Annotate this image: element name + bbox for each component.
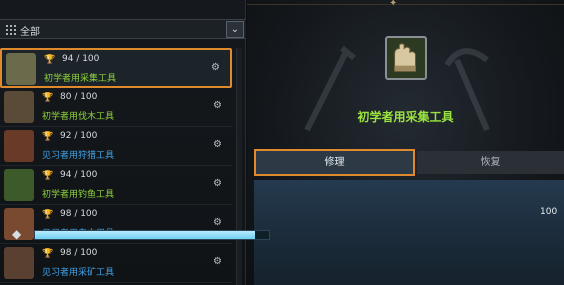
- gloves-icon: [385, 36, 427, 80]
- settings-icon[interactable]: ⚙: [213, 139, 222, 150]
- arrow-left-icon: ◆: [12, 227, 22, 241]
- scrollbar[interactable]: [236, 48, 242, 285]
- trophy-icon: 🏆: [42, 132, 54, 142]
- durability-count: 94 / 100: [62, 54, 100, 64]
- tool-detail-panel: ✦ 初学者用采集工具 修理 恢复: [247, 0, 564, 285]
- durability-count: 94 / 100: [60, 170, 98, 180]
- tool-list-panel: 全部 ⌄ 🏆 94 / 100 初学者用采集工具 ⚙ 🏆 80 / 100 初学…: [0, 0, 246, 285]
- selected-tool-name: 初学者用采集工具: [357, 110, 454, 124]
- tool-list-item[interactable]: 🏆 80 / 100 初学者用伐木工具 ⚙: [0, 88, 232, 127]
- tool-thumbnail-icon: [6, 53, 36, 85]
- durability-count: 98 / 100: [60, 209, 98, 219]
- tab-repair[interactable]: 修理: [254, 149, 415, 176]
- tool-list-item[interactable]: 🏆 94 / 100 初学者用钓鱼工具 ⚙: [0, 166, 232, 205]
- filter-label: 全部: [20, 27, 40, 38]
- settings-icon[interactable]: ⚙: [213, 256, 222, 267]
- trophy-icon: 🏆: [42, 171, 54, 181]
- trophy-icon: 🏆: [42, 93, 54, 103]
- tool-name: 初学者用钓鱼工具: [42, 190, 115, 200]
- tool-thumbnail-icon: [4, 247, 34, 279]
- durability-bar: [34, 230, 270, 240]
- trophy-icon: 🏆: [42, 249, 54, 259]
- ornament-icon: ✦: [389, 0, 398, 9]
- durability-bar-fill: [35, 231, 255, 239]
- tool-name: 见习者用采矿工具: [42, 268, 115, 278]
- tool-list-item[interactable]: 🏆 92 / 100 见习者用狩猎工具 ⚙: [0, 127, 232, 166]
- settings-icon[interactable]: ⚙: [211, 62, 220, 73]
- durability-count: 98 / 100: [60, 248, 98, 258]
- trophy-icon: 🏆: [42, 210, 54, 220]
- tool-name: 初学者用伐木工具: [42, 112, 115, 122]
- settings-icon[interactable]: ⚙: [213, 217, 222, 228]
- tool-list: 🏆 94 / 100 初学者用采集工具 ⚙ 🏆 80 / 100 初学者用伐木工…: [0, 48, 232, 283]
- repair-panel: [254, 180, 564, 285]
- tool-list-item[interactable]: 🏆 94 / 100 初学者用采集工具 ⚙: [0, 48, 232, 88]
- tool-thumbnail-icon: [4, 91, 34, 123]
- chevron-down-icon[interactable]: ⌄: [226, 21, 244, 38]
- durability-count: 92 / 100: [60, 131, 98, 141]
- tool-thumbnail-icon: [4, 130, 34, 162]
- grid-icon: [6, 25, 16, 35]
- top-ornament-line: [247, 4, 564, 5]
- settings-icon[interactable]: ⚙: [213, 178, 222, 189]
- tool-name: 初学者用采集工具: [44, 74, 117, 84]
- tool-name: 见习者用狩猎工具: [42, 151, 115, 161]
- settings-icon[interactable]: ⚙: [213, 100, 222, 111]
- tab-restore[interactable]: 恢复: [417, 151, 564, 174]
- category-filter[interactable]: 全部 ⌄: [0, 19, 246, 39]
- tool-list-item[interactable]: 🏆 98 / 100 见习者用采矿工具 ⚙: [0, 244, 232, 283]
- durability-count: 80 / 100: [60, 92, 98, 102]
- durability-max-label: 100: [540, 207, 558, 217]
- tool-thumbnail-icon: [4, 169, 34, 201]
- trophy-icon: 🏆: [44, 55, 56, 65]
